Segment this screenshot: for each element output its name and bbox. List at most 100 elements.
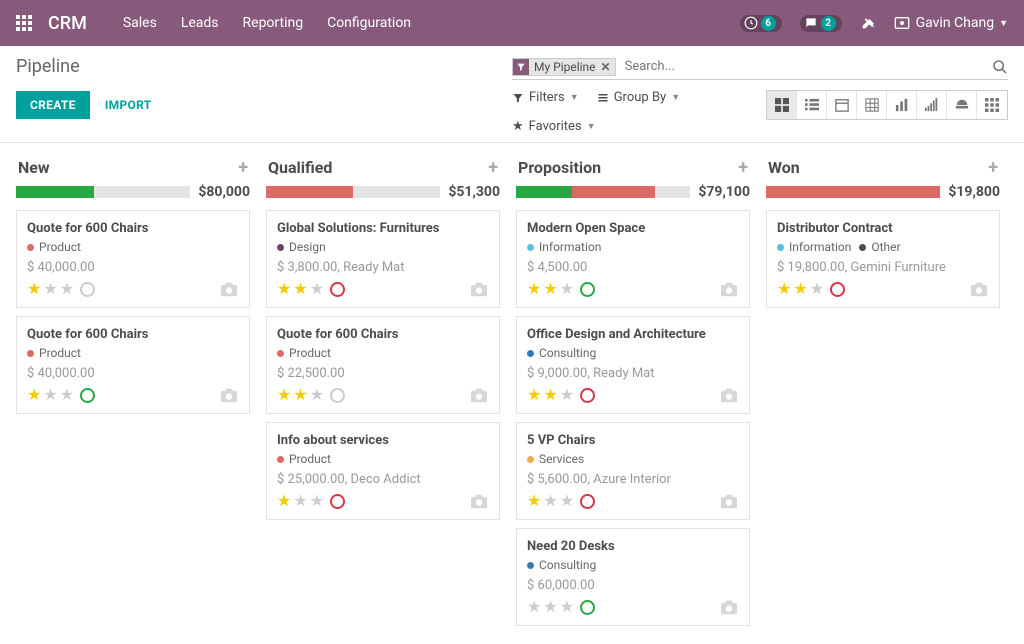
debug-icon[interactable] (860, 15, 876, 31)
view-cohort[interactable] (917, 91, 947, 119)
priority-stars[interactable]: ★★★ (777, 281, 845, 297)
kanban-card[interactable]: Need 20 DesksConsulting$ 60,000.00★★★ (516, 528, 750, 626)
card-footer: ★★★ (777, 281, 989, 297)
add-card-button[interactable]: + (988, 157, 998, 178)
add-card-button[interactable]: + (488, 157, 498, 178)
column-title[interactable]: Won (768, 158, 800, 177)
search-icon[interactable] (992, 59, 1008, 75)
control-panel: Pipeline CREATE IMPORT My Pipeline ✕ (0, 46, 1024, 143)
tag[interactable]: Product (277, 346, 331, 360)
activity-ring-icon[interactable] (330, 388, 345, 403)
view-graph[interactable] (887, 91, 917, 119)
activity-ring-icon[interactable] (830, 282, 845, 297)
column-header: Proposition + (516, 153, 750, 184)
progress-segment[interactable] (16, 186, 94, 198)
activity-ring-icon[interactable] (330, 494, 345, 509)
create-button[interactable]: CREATE (16, 91, 90, 119)
progress-segment[interactable] (766, 186, 940, 198)
progress-segment[interactable] (572, 186, 656, 198)
kanban-card[interactable]: Info about servicesProduct$ 25,000.00, D… (266, 422, 500, 520)
add-card-button[interactable]: + (238, 157, 248, 178)
menu-reporting[interactable]: Reporting (243, 15, 304, 31)
avatar-placeholder-icon (719, 387, 739, 403)
add-card-button[interactable]: + (738, 157, 748, 178)
card-subtitle: $ 40,000.00 (27, 260, 239, 275)
brand[interactable]: CRM (48, 13, 87, 34)
tag[interactable]: Information (527, 240, 601, 254)
tag[interactable]: Consulting (527, 558, 596, 572)
search-input[interactable] (622, 56, 992, 77)
activity-ring-icon[interactable] (80, 388, 95, 403)
tag[interactable]: Information (777, 240, 851, 254)
view-list[interactable] (797, 91, 827, 119)
import-button[interactable]: IMPORT (105, 98, 152, 112)
priority-stars[interactable]: ★★★ (527, 493, 595, 509)
tag[interactable]: Consulting (527, 346, 596, 360)
menu-leads[interactable]: Leads (181, 15, 219, 31)
star-icon: ★ (293, 281, 307, 297)
filter-chip-mypipeline[interactable]: My Pipeline ✕ (512, 58, 616, 76)
priority-stars[interactable]: ★★★ (27, 281, 95, 297)
activity-ring-icon[interactable] (580, 388, 595, 403)
progress-segment[interactable] (516, 186, 572, 198)
tag[interactable]: Design (277, 240, 326, 254)
tag-dot (527, 456, 534, 463)
avatar-placeholder-icon (719, 493, 739, 509)
priority-stars[interactable]: ★★★ (277, 387, 345, 403)
tag-row: Information Other (777, 240, 989, 254)
tag-label: Information (789, 240, 851, 254)
kanban-card[interactable]: Distributor ContractInformationOther$ 19… (766, 210, 1000, 308)
tag[interactable]: Product (27, 346, 81, 360)
tag-row: Product (277, 346, 489, 360)
kanban-card[interactable]: Quote for 600 ChairsProduct$ 40,000.00★★… (16, 316, 250, 414)
priority-stars[interactable]: ★★★ (527, 281, 595, 297)
column-progress: $19,800 (766, 184, 1000, 200)
activity-ring-icon[interactable] (580, 600, 595, 615)
tag-label: Design (289, 240, 326, 254)
tag[interactable]: Services (527, 452, 584, 466)
activity-indicator[interactable]: 6 (740, 15, 782, 32)
tag[interactable]: Other (859, 240, 900, 254)
view-pivot[interactable] (857, 91, 887, 119)
priority-stars[interactable]: ★★★ (527, 599, 595, 615)
column-title[interactable]: Proposition (518, 158, 601, 177)
avatar-placeholder-icon (219, 281, 239, 297)
filters-menu[interactable]: Filters▼ (512, 90, 579, 105)
view-activity[interactable] (977, 91, 1007, 119)
column-title[interactable]: New (18, 158, 50, 177)
menu-sales[interactable]: Sales (123, 15, 157, 31)
kanban-card[interactable]: Office Design and ArchitectureConsulting… (516, 316, 750, 414)
card-footer: ★★★ (527, 493, 739, 509)
kanban-card[interactable]: 5 VP ChairsServices$ 5,600.00, Azure Int… (516, 422, 750, 520)
messages-indicator[interactable]: 2 (800, 15, 842, 32)
priority-stars[interactable]: ★★★ (27, 387, 95, 403)
view-calendar[interactable] (827, 91, 857, 119)
user-menu[interactable]: Gavin Chang ▼ (894, 15, 1008, 31)
apps-icon[interactable] (16, 15, 32, 31)
view-dashboard[interactable] (947, 91, 977, 119)
tag-dot (859, 244, 866, 251)
activity-ring-icon[interactable] (580, 494, 595, 509)
tag[interactable]: Product (277, 452, 331, 466)
progress-segment[interactable] (266, 186, 353, 198)
priority-stars[interactable]: ★★★ (277, 281, 345, 297)
card-footer: ★★★ (277, 493, 489, 509)
remove-filter-icon[interactable]: ✕ (601, 60, 611, 74)
kanban-card[interactable]: Global Solutions: FurnituresDesign$ 3,80… (266, 210, 500, 308)
activity-ring-icon[interactable] (330, 282, 345, 297)
menu-configuration[interactable]: Configuration (327, 15, 411, 31)
favorites-menu[interactable]: ★ Favorites▼ (512, 119, 766, 134)
card-title: Need 20 Desks (527, 539, 739, 554)
tag[interactable]: Product (27, 240, 81, 254)
kanban-card[interactable]: Quote for 600 ChairsProduct$ 40,000.00★★… (16, 210, 250, 308)
activity-ring-icon[interactable] (80, 282, 95, 297)
priority-stars[interactable]: ★★★ (527, 387, 595, 403)
view-kanban[interactable] (767, 91, 797, 119)
groupby-menu[interactable]: Group By▼ (597, 90, 680, 105)
kanban-card[interactable]: Modern Open SpaceInformation$ 4,500.00★★… (516, 210, 750, 308)
card-title: Quote for 600 Chairs (277, 327, 489, 342)
priority-stars[interactable]: ★★★ (277, 493, 345, 509)
activity-ring-icon[interactable] (580, 282, 595, 297)
kanban-card[interactable]: Quote for 600 ChairsProduct$ 22,500.00★★… (266, 316, 500, 414)
column-title[interactable]: Qualified (268, 158, 332, 177)
